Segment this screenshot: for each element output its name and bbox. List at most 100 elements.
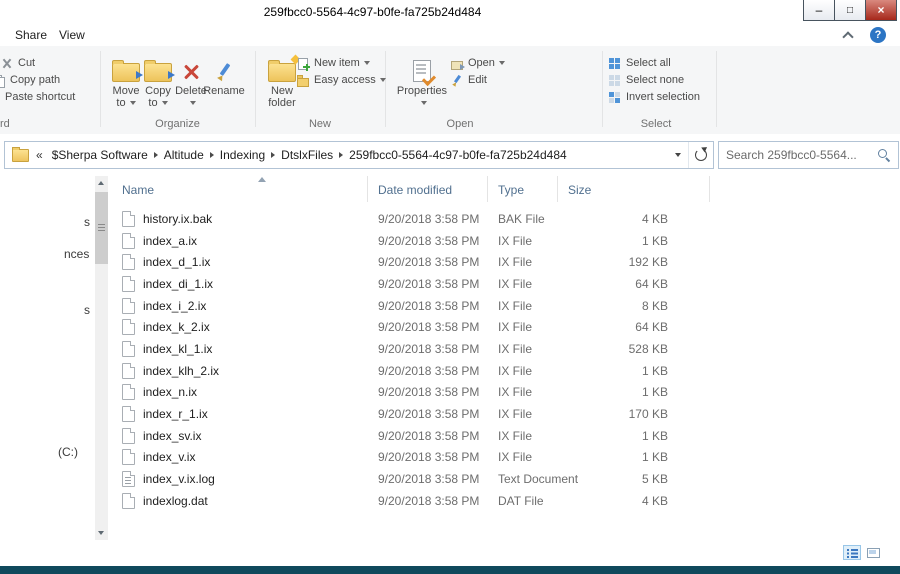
copy-path-label: Copy path (10, 74, 60, 86)
nav-item-fragment[interactable]: (C:) (58, 445, 78, 459)
file-icon (122, 298, 135, 314)
new-item-button[interactable]: New item (296, 56, 370, 70)
copy-path-button[interactable]: Copy path (0, 73, 60, 87)
file-icon (122, 493, 135, 509)
move-to-button[interactable]: Move to (108, 52, 144, 109)
file-icon (122, 428, 135, 444)
nav-item-fragment[interactable]: s (84, 303, 90, 317)
breadcrumb-item[interactable]: DtslxFiles (276, 148, 338, 162)
delete-icon (181, 62, 201, 82)
select-all-button[interactable]: Select all (608, 56, 671, 70)
column-header-name[interactable]: Name (112, 176, 368, 202)
file-date-modified: 9/20/2018 3:58 PM (368, 450, 488, 464)
properties-button[interactable]: Properties (396, 52, 448, 109)
file-type: IX File (488, 342, 558, 356)
delete-dropdown-icon (172, 97, 210, 109)
help-button[interactable]: ? (870, 27, 886, 43)
thumbnails-view-button[interactable] (864, 545, 882, 560)
file-name: index_klh_2.ix (143, 364, 219, 378)
breadcrumb-item[interactable]: $Sherpa Software (47, 148, 153, 162)
column-header-date-modified[interactable]: Date modified (368, 176, 488, 202)
new-folder-icon (268, 63, 296, 82)
file-row[interactable]: index_i_2.ix9/20/2018 3:58 PMIX File8 KB (112, 295, 710, 317)
file-row[interactable]: index_r_1.ix9/20/2018 3:58 PMIX File170 … (112, 403, 710, 425)
refresh-icon (695, 149, 707, 161)
invert-selection-label: Invert selection (626, 91, 700, 103)
invert-selection-icon (608, 91, 621, 104)
minimize-button[interactable]: – (803, 0, 835, 21)
scroll-down-button[interactable] (95, 526, 108, 540)
open-button[interactable]: Open (450, 56, 505, 70)
file-size: 1 KB (558, 364, 710, 378)
file-type: IX File (488, 277, 558, 291)
file-row[interactable]: index_v.ix9/20/2018 3:58 PMIX File1 KB (112, 447, 710, 469)
file-name: index_i_2.ix (143, 299, 206, 313)
column-header-size[interactable]: Size (558, 176, 710, 202)
ribbon: Cut Copy path Paste shortcut rd Move to … (0, 46, 900, 135)
file-row[interactable]: indexlog.dat9/20/2018 3:58 PMDAT File4 K… (112, 490, 710, 512)
file-date-modified: 9/20/2018 3:58 PM (368, 299, 488, 313)
file-row[interactable]: history.ix.bak9/20/2018 3:58 PMBAK File4… (112, 208, 710, 230)
scroll-thumb[interactable] (95, 192, 108, 264)
cut-button[interactable]: Cut (0, 56, 35, 70)
file-row[interactable]: index_kl_1.ix9/20/2018 3:58 PMIX File528… (112, 338, 710, 360)
file-row[interactable]: index_di_1.ix9/20/2018 3:58 PMIX File64 … (112, 273, 710, 295)
nav-scrollbar[interactable] (95, 176, 108, 540)
breadcrumb-separator-icon (210, 152, 214, 158)
file-row[interactable]: index_a.ix9/20/2018 3:58 PMIX File1 KB (112, 230, 710, 252)
breadcrumb-overflow-chevron[interactable]: « (29, 148, 47, 162)
file-rows: history.ix.bak9/20/2018 3:58 PMBAK File4… (112, 208, 710, 512)
open-group-label: Open (385, 118, 535, 130)
maximize-button[interactable]: □ (834, 0, 866, 21)
close-button[interactable]: × (865, 0, 897, 21)
collapse-ribbon-icon[interactable] (842, 31, 854, 39)
address-dropdown-button[interactable] (668, 142, 688, 168)
invert-selection-button[interactable]: Invert selection (608, 90, 700, 104)
file-date-modified: 9/20/2018 3:58 PM (368, 472, 488, 486)
file-name: index_r_1.ix (143, 407, 208, 421)
file-row[interactable]: index_v.ix.log9/20/2018 3:58 PMText Docu… (112, 468, 710, 490)
nav-item-fragment[interactable]: s (84, 215, 90, 229)
file-row[interactable]: index_d_1.ix9/20/2018 3:58 PMIX File192 … (112, 251, 710, 273)
properties-dropdown-icon (396, 97, 448, 109)
new-group-label: New (255, 118, 385, 130)
tab-share[interactable]: Share (8, 25, 54, 46)
tab-view[interactable]: View (52, 25, 92, 46)
edit-button[interactable]: Edit (450, 73, 487, 87)
search-input[interactable] (719, 147, 877, 163)
breadcrumb-separator-icon (154, 152, 158, 158)
maximize-icon: □ (847, 5, 853, 16)
address-bar[interactable]: « $Sherpa Software Altitude Indexing DtslxF… (4, 141, 714, 169)
easy-access-icon (296, 74, 309, 87)
copy-path-icon (0, 74, 5, 87)
file-type: IX File (488, 364, 558, 378)
breadcrumb-item[interactable]: 259fbcc0-5564-4c97-b0fe-fa725b24d484 (344, 148, 572, 162)
file-row[interactable]: index_n.ix9/20/2018 3:58 PMIX File1 KB (112, 382, 710, 404)
breadcrumb-item[interactable]: Indexing (215, 148, 270, 162)
details-view-button[interactable] (843, 545, 861, 560)
ribbon-tab-row: Share View ? (0, 23, 900, 46)
file-size: 1 KB (558, 385, 710, 399)
paste-shortcut-button[interactable]: Paste shortcut (0, 90, 75, 104)
file-row[interactable]: index_klh_2.ix9/20/2018 3:58 PMIX File1 … (112, 360, 710, 382)
copy-to-button[interactable]: Copy to (140, 52, 176, 109)
scroll-up-button[interactable] (95, 176, 108, 190)
easy-access-label: Easy access (314, 74, 386, 86)
move-to-label: Move (108, 85, 144, 97)
column-header-type[interactable]: Type (488, 176, 558, 202)
file-row[interactable]: index_sv.ix9/20/2018 3:58 PMIX File1 KB (112, 425, 710, 447)
breadcrumb-item[interactable]: Altitude (159, 148, 209, 162)
file-type: IX File (488, 255, 558, 269)
file-type: IX File (488, 429, 558, 443)
file-row[interactable]: index_k_2.ix9/20/2018 3:58 PMIX File64 K… (112, 316, 710, 338)
file-type: Text Document (488, 472, 558, 486)
easy-access-button[interactable]: Easy access (296, 73, 386, 87)
title-bar[interactable]: 259fbcc0-5564-4c97-b0fe-fa725b24d484 – □… (0, 0, 900, 23)
refresh-button[interactable] (688, 142, 713, 168)
open-label: Open (468, 57, 505, 69)
file-type: IX File (488, 234, 558, 248)
rename-button[interactable]: Rename (202, 52, 246, 97)
move-to-icon (112, 63, 140, 82)
select-none-button[interactable]: Select none (608, 73, 684, 87)
nav-item-fragment[interactable]: nces (64, 247, 89, 261)
